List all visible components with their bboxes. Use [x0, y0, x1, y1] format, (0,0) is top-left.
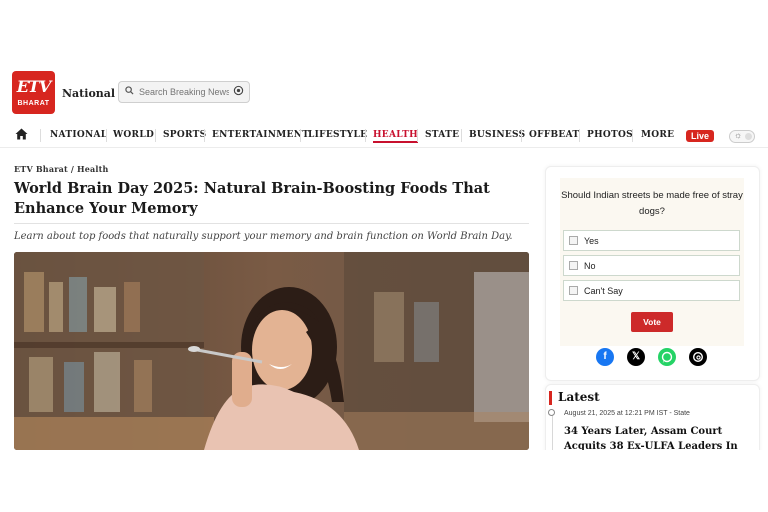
threads-icon[interactable] [689, 348, 707, 366]
article-headline: World Brain Day 2025: Natural Brain-Boos… [14, 180, 490, 217]
etv-bharat-logo[interactable]: ETV BHARAT [12, 71, 55, 114]
latest-item-meta: August 21, 2025 at 12:21 PM IST - State [564, 410, 690, 417]
nav-divider [204, 129, 205, 142]
latest-accent-bar [549, 391, 552, 405]
toggle-knob [745, 133, 752, 140]
nav-item-offbeat[interactable]: OFFBEAT [529, 130, 579, 140]
search-icon [125, 86, 134, 98]
article-summary: Learn about top foods that naturally sup… [14, 231, 513, 242]
poll-option-yes[interactable]: Yes [563, 230, 740, 251]
nav-item-lifestyle[interactable]: LIFESTYLE [308, 130, 367, 140]
headline-divider [14, 223, 529, 224]
nav-divider [300, 129, 301, 142]
checkbox[interactable] [569, 236, 578, 245]
x-icon[interactable]: 𝕏 [627, 348, 645, 366]
nav-divider [417, 129, 418, 142]
nav-item-national[interactable]: NATIONAL [50, 130, 107, 140]
poll-option-no[interactable]: No [563, 255, 740, 276]
poll-option-label: Can't Say [584, 286, 623, 296]
logo-subtext: BHARAT [17, 100, 50, 107]
page-bottom-whitespace [0, 450, 768, 512]
nav-item-more[interactable]: MORE [641, 130, 674, 140]
breadcrumb[interactable]: ETV Bharat / Health [14, 164, 109, 174]
location-icon[interactable] [233, 85, 244, 99]
nav-divider [106, 129, 107, 142]
nav-divider [365, 129, 366, 142]
edition-selector[interactable]: National [62, 87, 115, 100]
poll-option-label: No [584, 261, 596, 271]
nav-item-health[interactable]: HEALTH [373, 130, 418, 143]
logo-mark: ETV [16, 77, 52, 96]
facebook-icon[interactable]: f [596, 348, 614, 366]
theme-toggle[interactable]: ☼ [729, 130, 755, 143]
checkbox[interactable] [569, 261, 578, 270]
nav-divider [521, 129, 522, 142]
nav-item-sports[interactable]: SPORTS [163, 130, 206, 140]
live-button[interactable]: Live [686, 130, 715, 142]
nav-divider [40, 129, 41, 142]
nav-divider [155, 129, 156, 142]
nav-divider [579, 129, 580, 142]
nav-item-entertainment[interactable]: ENTERTAINMENT [212, 130, 309, 140]
whatsapp-icon[interactable] [658, 348, 676, 366]
timeline-line [552, 411, 553, 451]
checkbox[interactable] [569, 286, 578, 295]
nav-divider [632, 129, 633, 142]
nav-item-photos[interactable]: PHOTOS [587, 130, 633, 140]
article-hero-image [14, 252, 529, 450]
poll-option-label: Yes [584, 236, 599, 246]
sun-icon: ☼ [734, 130, 743, 140]
poll-question: Should Indian streets be made free of st… [561, 190, 743, 217]
home-icon[interactable] [15, 128, 31, 142]
nav-divider [461, 129, 462, 142]
nav-item-business[interactable]: BUSINESS [469, 130, 525, 140]
nav-item-world[interactable]: WORLD [113, 130, 154, 140]
timeline-dot [548, 409, 555, 416]
poll-option-cant-say[interactable]: Can't Say [563, 280, 740, 301]
vote-button[interactable]: Vote [631, 312, 673, 332]
search-input[interactable] [139, 85, 229, 99]
search-box[interactable] [118, 81, 250, 103]
main-nav: NATIONAL WORLD SPORTS ENTERTAINMENT LIFE… [0, 125, 768, 148]
nav-item-state[interactable]: STATE [425, 130, 459, 140]
latest-heading: Latest [558, 390, 600, 404]
